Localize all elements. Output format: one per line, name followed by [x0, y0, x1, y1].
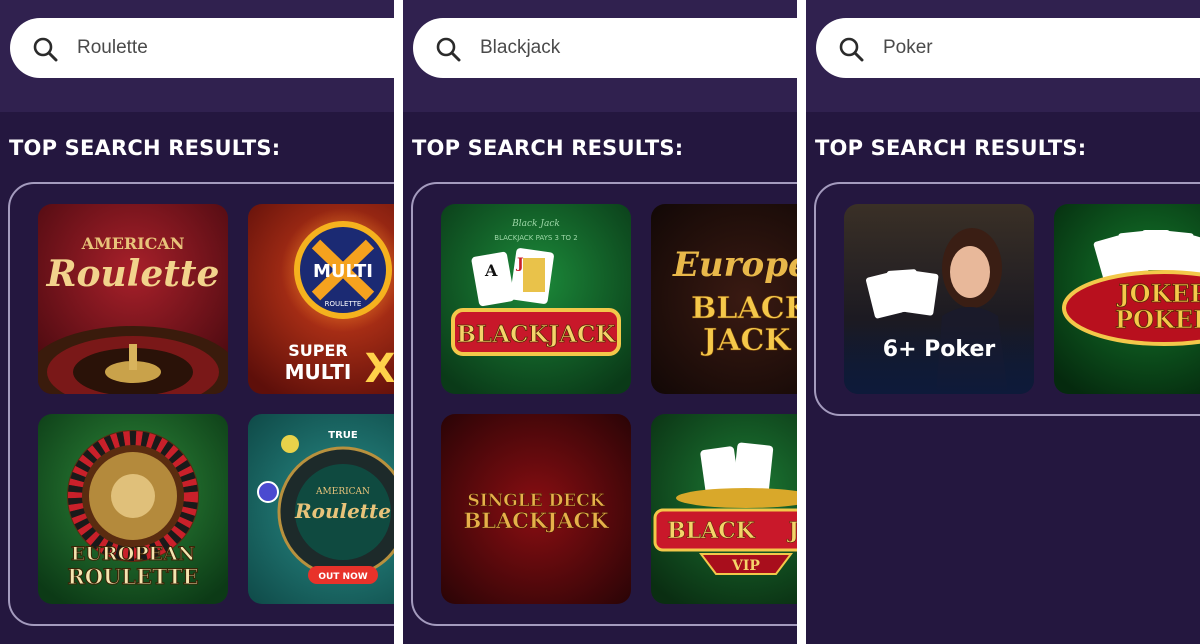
blackjack-thumbnail: Black Jack BLACKJACK PAYS 3 TO 2 A J BLA… — [441, 204, 631, 394]
tile-line: Roulette — [46, 253, 220, 295]
american-roulette-thumbnail: AMERICAN Roulette — [38, 204, 228, 394]
blackjack-vip-thumbnail: BLACK JAC VIP — [651, 414, 797, 604]
tile-line: ROULETTE — [325, 300, 362, 308]
tile-line: ROULETTE — [67, 564, 198, 589]
tile-line: 6+ Poker — [883, 337, 996, 362]
joker-poker-thumbnail: JOKER POKER — [1054, 204, 1200, 394]
tile-line: AMERICAN — [315, 487, 370, 497]
game-tile-european-roulette[interactable]: EUROPEAN ROULETTE — [38, 414, 228, 604]
tile-line: BLACK — [667, 518, 756, 544]
magnifier-icon — [839, 37, 864, 62]
search-panel-poker: Poker TOP SEARCH RESULTS: 6+ Poker JOKER… — [806, 0, 1200, 644]
tile-line: X — [365, 346, 394, 392]
european-blackjack-thumbnail: Europea BLACK JACK — [651, 204, 797, 394]
single-deck-blackjack-thumbnail: SINGLE DECK BLACKJACK — [441, 414, 631, 604]
results-heading: TOP SEARCH RESULTS: — [9, 136, 281, 160]
tile-line: BLACKJACK — [457, 321, 617, 348]
game-tile-joker-poker[interactable]: JOKER POKER — [1054, 204, 1200, 394]
tile-line: Roulette — [294, 499, 391, 523]
tile-line: OUT NOW — [318, 572, 367, 582]
magnifier-icon — [436, 37, 461, 62]
tile-line: MULTI — [313, 261, 373, 282]
european-roulette-thumbnail: EUROPEAN ROULETTE — [38, 414, 228, 604]
tile-line: JAC — [787, 518, 798, 544]
tile-line: EUROPEAN — [71, 543, 195, 565]
game-tile-american-roulette-truelab[interactable]: AMERICAN Roulette TRUE OUT NOW — [248, 414, 394, 604]
truelab-roulette-thumbnail: AMERICAN Roulette TRUE OUT NOW — [248, 414, 394, 604]
magnifier-icon — [33, 37, 58, 62]
tile-line: BLACKJACK PAYS 3 TO 2 — [494, 234, 577, 242]
results-heading: TOP SEARCH RESULTS: — [412, 136, 684, 160]
game-tile-single-deck-blackjack[interactable]: SINGLE DECK BLACKJACK — [441, 414, 631, 604]
search-query[interactable]: Blackjack — [480, 36, 560, 60]
search-input[interactable]: Blackjack — [413, 18, 797, 78]
results-container: Black Jack BLACKJACK PAYS 3 TO 2 A J BLA… — [411, 182, 797, 626]
tile-line: JOKER — [1116, 279, 1200, 308]
tile-line: POKER — [1115, 305, 1200, 334]
game-tile-super-multi-x[interactable]: MULTI ROULETTE SUPER MULTI X — [248, 204, 394, 394]
game-tile-6-plus-poker[interactable]: 6+ Poker — [844, 204, 1034, 394]
tile-line: BLACK — [691, 291, 797, 326]
search-query[interactable]: Roulette — [77, 36, 148, 60]
tile-line: VIP — [731, 558, 760, 574]
tile-line: SUPER — [288, 341, 348, 360]
search-input[interactable]: Roulette — [10, 18, 394, 78]
search-query[interactable]: Poker — [883, 36, 933, 60]
game-tile-blackjack[interactable]: Black Jack BLACKJACK PAYS 3 TO 2 A J BLA… — [441, 204, 631, 394]
tile-line: TRUE — [328, 430, 358, 441]
tile-line: Black Jack — [511, 219, 560, 229]
super-multi-x-thumbnail: MULTI ROULETTE SUPER MULTI X — [248, 204, 394, 394]
search-panel-roulette: Roulette TOP SEARCH RESULTS: AMERICAN Ro… — [0, 0, 394, 644]
game-tile-blackjack-vip[interactable]: BLACK JAC VIP — [651, 414, 797, 604]
results-container: AMERICAN Roulette MULTI ROULETTE SUPER M… — [8, 182, 394, 626]
tile-line: AMERICAN — [81, 234, 185, 253]
six-plus-poker-thumbnail: 6+ Poker — [844, 204, 1034, 394]
game-tile-american-roulette[interactable]: AMERICAN Roulette — [38, 204, 228, 394]
search-panel-blackjack: Blackjack TOP SEARCH RESULTS: Black Jack… — [403, 0, 797, 644]
tile-line: Europea — [672, 245, 797, 285]
results-heading: TOP SEARCH RESULTS: — [815, 136, 1087, 160]
tile-line: MULTI — [285, 360, 352, 384]
game-tile-european-blackjack[interactable]: Europea BLACK JACK — [651, 204, 797, 394]
tile-line: JACK — [700, 323, 791, 358]
tile-line: BLACKJACK — [464, 508, 610, 533]
results-container: 6+ Poker JOKER POKER — [814, 182, 1200, 416]
tile-line: A — [484, 261, 498, 280]
tile-line: J — [515, 256, 524, 272]
search-input[interactable]: Poker — [816, 18, 1200, 78]
